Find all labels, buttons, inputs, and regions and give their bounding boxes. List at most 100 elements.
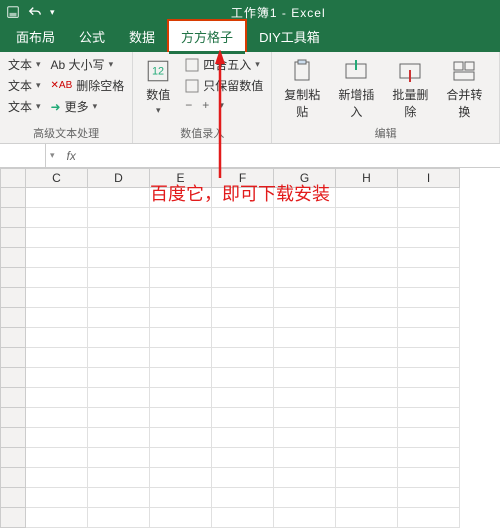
cell[interactable] [26, 388, 88, 408]
select-all-corner[interactable] [0, 168, 26, 188]
cell[interactable] [398, 388, 460, 408]
cell[interactable] [274, 348, 336, 368]
cell[interactable] [274, 508, 336, 528]
text-button-3[interactable]: 文本▾ [8, 98, 41, 115]
case-button[interactable]: Ab 大小写▾ [51, 56, 125, 73]
cell[interactable] [212, 268, 274, 288]
cell[interactable] [274, 448, 336, 468]
cell[interactable] [88, 508, 150, 528]
cell[interactable] [26, 288, 88, 308]
cell[interactable] [150, 508, 212, 528]
cell[interactable] [26, 348, 88, 368]
row-header[interactable] [0, 308, 26, 328]
col-header-E[interactable]: E [150, 168, 212, 188]
cell[interactable] [336, 288, 398, 308]
round-button[interactable]: 四舍五入▾ [185, 56, 263, 73]
numeric-minus-plus[interactable]: − + ▾ [185, 98, 263, 112]
batch-delete-button[interactable]: 批量删 除 [388, 56, 432, 122]
cell[interactable] [212, 248, 274, 268]
cell[interactable] [336, 408, 398, 428]
cell[interactable] [398, 468, 460, 488]
cell[interactable] [26, 268, 88, 288]
cell[interactable] [150, 388, 212, 408]
row-header[interactable] [0, 468, 26, 488]
cell[interactable] [212, 388, 274, 408]
tab-fangfang[interactable]: 方方格子 [167, 19, 247, 52]
worksheet-grid[interactable]: CDEFGHI [0, 168, 500, 528]
save-icon[interactable] [6, 5, 20, 19]
cell[interactable] [88, 348, 150, 368]
cell[interactable] [398, 428, 460, 448]
cell[interactable] [336, 388, 398, 408]
row-header[interactable] [0, 508, 26, 528]
cell[interactable] [150, 368, 212, 388]
cell[interactable] [212, 408, 274, 428]
cell[interactable] [88, 268, 150, 288]
cell[interactable] [26, 248, 88, 268]
cell[interactable] [274, 468, 336, 488]
col-header-F[interactable]: F [212, 168, 274, 188]
cell[interactable] [274, 308, 336, 328]
cell[interactable] [88, 228, 150, 248]
cell[interactable] [150, 448, 212, 468]
keep-numeric-button[interactable]: 只保留数值 [185, 77, 263, 94]
undo-icon[interactable] [28, 5, 42, 19]
row-header[interactable] [0, 208, 26, 228]
row-header[interactable] [0, 288, 26, 308]
cell[interactable] [336, 488, 398, 508]
cell[interactable] [26, 448, 88, 468]
cell[interactable] [150, 208, 212, 228]
col-header-G[interactable]: G [274, 168, 336, 188]
cell[interactable] [398, 488, 460, 508]
cell[interactable] [212, 228, 274, 248]
cell[interactable] [336, 468, 398, 488]
cell[interactable] [26, 228, 88, 248]
cell[interactable] [398, 348, 460, 368]
cell[interactable] [336, 308, 398, 328]
cell[interactable] [88, 428, 150, 448]
cell[interactable] [336, 348, 398, 368]
cell[interactable] [398, 308, 460, 328]
cell[interactable] [150, 408, 212, 428]
cell[interactable] [398, 328, 460, 348]
tab-diy[interactable]: DIY工具箱 [247, 21, 332, 52]
cell[interactable] [26, 328, 88, 348]
row-header[interactable] [0, 188, 26, 208]
delete-space-button[interactable]: ✕AB删除空格 [51, 77, 125, 94]
row-header[interactable] [0, 248, 26, 268]
cell[interactable] [150, 328, 212, 348]
cell[interactable] [336, 188, 398, 208]
cell[interactable] [398, 288, 460, 308]
cell[interactable] [212, 448, 274, 468]
cell[interactable] [336, 428, 398, 448]
cell[interactable] [88, 468, 150, 488]
cell[interactable] [212, 208, 274, 228]
row-header[interactable] [0, 368, 26, 388]
copy-paste-button[interactable]: 复制粘 贴 [280, 56, 324, 122]
cell[interactable] [26, 308, 88, 328]
cell[interactable] [212, 288, 274, 308]
row-header[interactable] [0, 388, 26, 408]
col-header-D[interactable]: D [88, 168, 150, 188]
cell[interactable] [150, 348, 212, 368]
cell[interactable] [150, 228, 212, 248]
cell[interactable] [212, 428, 274, 448]
cell[interactable] [88, 248, 150, 268]
name-box[interactable] [0, 144, 46, 167]
cell[interactable] [398, 448, 460, 468]
cell[interactable] [88, 288, 150, 308]
cell[interactable] [274, 288, 336, 308]
cell[interactable] [26, 488, 88, 508]
col-header-I[interactable]: I [398, 168, 460, 188]
cell[interactable] [336, 208, 398, 228]
cell[interactable] [274, 388, 336, 408]
more-button[interactable]: ➜更多▾ [51, 98, 125, 115]
cell[interactable] [150, 288, 212, 308]
cell[interactable] [274, 228, 336, 248]
cell[interactable] [150, 188, 212, 208]
cell[interactable] [336, 248, 398, 268]
cell[interactable] [212, 368, 274, 388]
cell[interactable] [274, 328, 336, 348]
row-header[interactable] [0, 428, 26, 448]
cell[interactable] [26, 408, 88, 428]
